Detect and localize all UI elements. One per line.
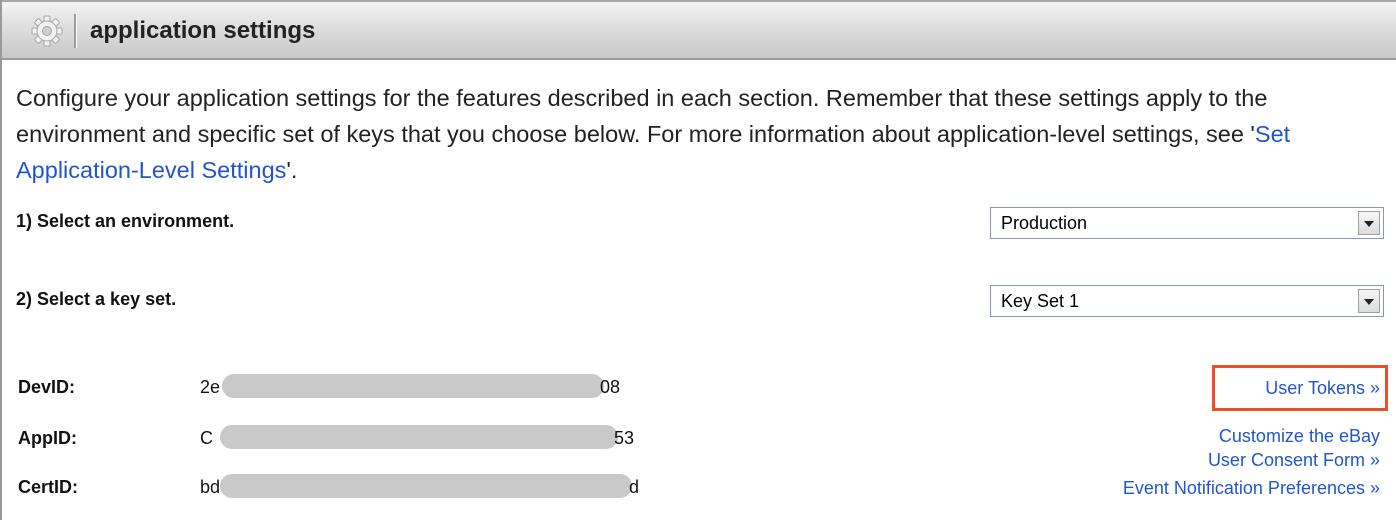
certid-redaction [220, 474, 632, 498]
certid-value-end: d [629, 477, 640, 497]
environment-selected-value: Production [1001, 213, 1088, 233]
intro-text-end: '. [286, 157, 298, 183]
certid-label: CertID: [18, 477, 79, 497]
appid-label: AppID: [18, 428, 77, 448]
chevron-down-icon[interactable] [1358, 289, 1380, 313]
environment-select[interactable]: Production [990, 207, 1384, 239]
panel-title: application settings [90, 17, 316, 44]
intro-paragraph: Configure your application settings for … [16, 80, 1386, 188]
user-tokens-link[interactable]: User Tokens » [1265, 376, 1380, 400]
appid-value-start: C [200, 428, 213, 448]
appid-redaction [220, 425, 618, 449]
customize-link-line2: User Consent Form » [1207, 450, 1380, 470]
key-set-selected-value: Key Set 1 [1001, 291, 1080, 311]
key-set-step-label: 2) Select a key set. [16, 289, 177, 309]
devid-value-end: 08 [600, 377, 621, 397]
gear-icon [28, 12, 66, 50]
customize-user-consent-form-link[interactable]: Customize the eBay User Consent Form » [1208, 424, 1380, 472]
event-notification-preferences-link[interactable]: Event Notification Preferences » [1123, 476, 1380, 500]
customize-link-line1: Customize the eBay [1218, 426, 1380, 446]
header-divider [74, 14, 76, 48]
appid-value-end: 53 [614, 428, 635, 448]
intro-text: Configure your application settings for … [16, 85, 1268, 147]
devid-value-start: 2e [200, 377, 221, 397]
chevron-down-icon[interactable] [1358, 211, 1380, 235]
devid-label: DevID: [18, 377, 76, 397]
key-set-select[interactable]: Key Set 1 [990, 285, 1384, 317]
devid-redaction [222, 374, 604, 398]
environment-step-label: 1) Select an environment. [16, 211, 235, 231]
application-settings-panel: application settings Configure your appl… [0, 0, 1396, 520]
panel-header: application settings [2, 0, 1396, 60]
certid-value-start: bd [200, 477, 221, 497]
